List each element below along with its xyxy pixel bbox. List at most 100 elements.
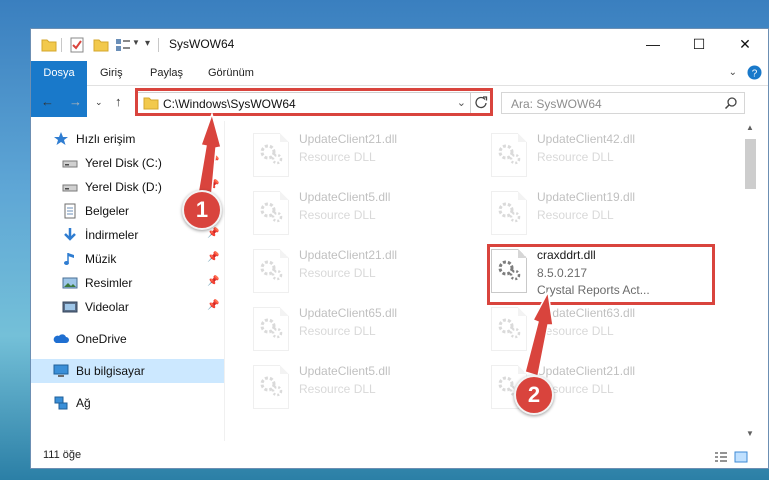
- star-icon: [53, 131, 69, 147]
- file-item[interactable]: UpdateClient19.dll Resource DLL: [485, 183, 705, 239]
- refresh-button[interactable]: [470, 92, 492, 114]
- vertical-scrollbar[interactable]: ▲ ▼: [742, 121, 759, 441]
- file-item[interactable]: UpdateClient21.dll Resource DLL: [247, 241, 467, 297]
- gear-icon: [498, 318, 521, 339]
- address-dropdown-icon[interactable]: ⌄: [457, 96, 466, 109]
- sidebar-item-this-pc[interactable]: Bu bilgisayar: [31, 359, 224, 383]
- view-options-icon[interactable]: [115, 37, 131, 53]
- gear-icon: [260, 260, 283, 281]
- sidebar-item-label: Hızlı erişim: [76, 132, 136, 146]
- svg-text:?: ?: [752, 69, 758, 80]
- music-icon: [62, 251, 78, 267]
- sidebar-item-videos[interactable]: Videolar 📌: [31, 295, 224, 319]
- status-bar: 111 öğe: [31, 445, 768, 469]
- scroll-up-icon[interactable]: ▲: [746, 123, 754, 132]
- sidebar-item-pictures[interactable]: Resimler 📌: [31, 271, 224, 295]
- sidebar-item-label: Bu bilgisayar: [76, 364, 145, 378]
- documents-icon: [62, 203, 78, 219]
- file-item[interactable]: UpdateClient42.dll Resource DLL: [485, 125, 705, 181]
- folder-icon: [143, 97, 159, 110]
- file-description: Resource DLL: [299, 382, 376, 396]
- sidebar-item-label: Resimler: [85, 276, 133, 290]
- refresh-icon: [475, 96, 488, 109]
- new-folder-icon[interactable]: [93, 37, 109, 53]
- file-list: UpdateClient21.dll Resource DLL UpdateCl…: [227, 121, 741, 441]
- file-description: Resource DLL: [537, 324, 614, 338]
- pictures-icon: [62, 275, 78, 291]
- forward-arrow-icon[interactable]: →: [69, 94, 82, 109]
- pin-icon[interactable]: 📌: [207, 276, 219, 287]
- file-description: Resource DLL: [299, 266, 376, 280]
- computer-icon: [53, 363, 69, 379]
- pin-icon[interactable]: 📌: [207, 252, 219, 263]
- address-text[interactable]: C:\Windows\SysWOW64: [163, 97, 296, 111]
- file-item[interactable]: UpdateClient21.dll Resource DLL: [247, 125, 467, 181]
- folder-icon: [41, 39, 57, 52]
- network-icon: [53, 395, 69, 411]
- minimize-button[interactable]: —: [630, 29, 676, 59]
- pin-icon[interactable]: 📌: [207, 300, 219, 311]
- tab-view[interactable]: Görünüm: [208, 61, 254, 85]
- cloud-icon: [53, 331, 69, 347]
- tab-share[interactable]: Paylaş: [150, 61, 183, 85]
- gear-icon: [498, 144, 521, 165]
- sidebar-item-label: Belgeler: [85, 204, 130, 218]
- sidebar-item-label: Ağ: [76, 396, 91, 410]
- sidebar-item-local-disk-c[interactable]: Yerel Disk (C:) 📌: [31, 151, 224, 175]
- pin-icon[interactable]: 📌: [207, 156, 219, 167]
- gear-icon: [260, 202, 283, 223]
- qa-separator: [61, 38, 62, 52]
- back-arrow-icon[interactable]: ←: [41, 94, 54, 109]
- properties-icon[interactable]: [69, 37, 85, 53]
- qa-customize-icon[interactable]: ▾: [145, 38, 150, 49]
- recent-locations-icon[interactable]: ⌄: [95, 97, 103, 108]
- pin-icon[interactable]: 📌: [207, 180, 219, 191]
- file-name: craxddrt.dll: [537, 248, 596, 262]
- drive-icon: [62, 179, 78, 195]
- sidebar-item-network[interactable]: Ağ: [31, 391, 224, 415]
- gear-icon: [260, 144, 283, 165]
- search-placeholder[interactable]: Ara: SysWOW64: [511, 97, 602, 111]
- drive-icon: [62, 155, 78, 171]
- file-item-craxddrt[interactable]: craxddrt.dll 8.5.0.217 Crystal Reports A…: [485, 241, 705, 297]
- title-separator: [158, 38, 159, 52]
- scrollbar-thumb[interactable]: [745, 139, 756, 189]
- sidebar-item-onedrive[interactable]: OneDrive: [31, 327, 224, 351]
- ribbon-tabs: Dosya Giriş Paylaş Görünüm ⌄ ?: [31, 61, 768, 117]
- step-badge-2: 2: [514, 375, 554, 415]
- up-arrow-icon[interactable]: ↑: [115, 94, 122, 109]
- large-icons-view-icon[interactable]: [734, 451, 748, 463]
- expand-ribbon-icon[interactable]: ⌄: [729, 67, 737, 78]
- close-button[interactable]: ✕: [722, 29, 768, 59]
- pin-icon[interactable]: 📌: [207, 228, 219, 239]
- file-name: UpdateClient21.dll: [537, 364, 636, 378]
- tab-home[interactable]: Giriş: [100, 61, 123, 85]
- search-box[interactable]: Ara: SysWOW64: [501, 92, 745, 114]
- download-icon: [62, 227, 78, 243]
- file-name: UpdateClient63.dll: [537, 306, 636, 320]
- sidebar-item-quick-access[interactable]: Hızlı erişim: [31, 127, 224, 151]
- sidebar-item-music[interactable]: Müzik 📌: [31, 247, 224, 271]
- search-icon[interactable]: [724, 96, 738, 110]
- file-description: Resource DLL: [537, 208, 614, 222]
- file-version: 8.5.0.217: [537, 266, 588, 280]
- qa-dropdown-icon[interactable]: ▼: [132, 38, 140, 47]
- file-name: UpdateClient19.dll: [537, 190, 636, 204]
- navigation-pane: Hızlı erişim Yerel Disk (C:) 📌 Yerel Dis…: [31, 121, 224, 441]
- title-bar: ▼ ▾ SysWOW64 — ☐ ✕: [31, 29, 768, 61]
- file-name: UpdateClient65.dll: [299, 306, 398, 320]
- help-icon[interactable]: ?: [747, 65, 762, 80]
- scroll-down-icon[interactable]: ▼: [746, 429, 754, 438]
- details-view-icon[interactable]: [714, 451, 728, 463]
- videos-icon: [62, 299, 78, 315]
- file-name: UpdateClient5.dll: [299, 190, 391, 204]
- file-item[interactable]: UpdateClient5.dll Resource DLL: [247, 183, 467, 239]
- file-item[interactable]: UpdateClient63.dll Resource DLL: [485, 299, 705, 355]
- sidebar-item-label: Yerel Disk (C:): [85, 156, 162, 170]
- file-item[interactable]: UpdateClient65.dll Resource DLL: [247, 299, 467, 355]
- maximize-button[interactable]: ☐: [676, 29, 722, 59]
- address-bar[interactable]: C:\Windows\SysWOW64 ⌄: [137, 92, 491, 114]
- step-badge-1: 1: [182, 190, 222, 230]
- file-item[interactable]: UpdateClient5.dll Resource DLL: [247, 357, 467, 413]
- item-count: 111 öğe: [43, 449, 82, 461]
